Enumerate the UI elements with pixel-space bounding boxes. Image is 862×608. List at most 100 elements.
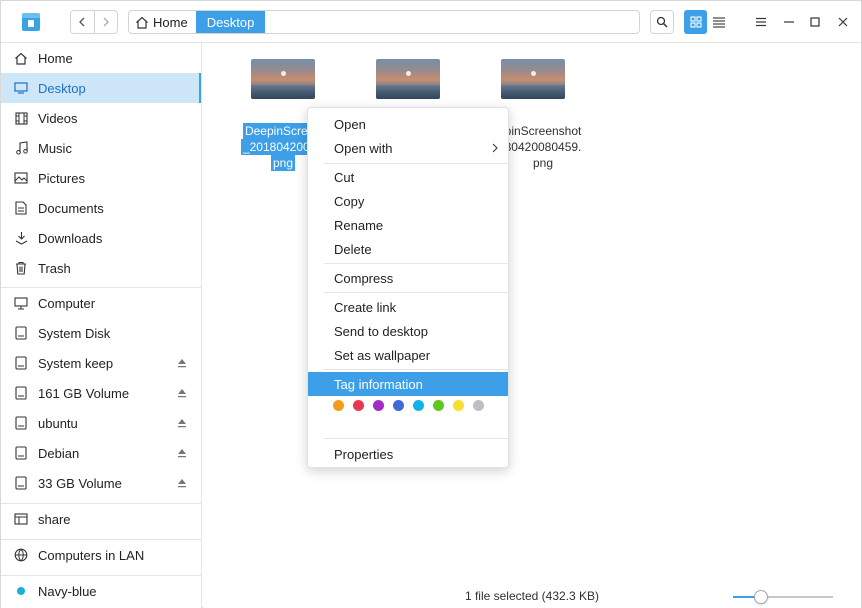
disk-icon	[13, 385, 29, 401]
menu-item-label: Compress	[334, 270, 394, 286]
titlebar: Home Desktop	[1, 1, 861, 43]
sidebar-item-label: Computer	[38, 295, 96, 311]
trash-icon	[13, 260, 29, 276]
sidebar-item-ubuntu[interactable]: ubuntu	[1, 408, 201, 438]
eject-icon[interactable]	[177, 388, 187, 398]
sidebar-item-computers-in-lan[interactable]: Computers in LAN	[1, 540, 201, 570]
sidebar-item-161gb-volume[interactable]: 161 GB Volume	[1, 378, 201, 408]
tag-dot-icon	[13, 583, 29, 599]
tag-color-orange[interactable]	[333, 400, 344, 411]
sidebar-item-documents[interactable]: Documents	[1, 193, 201, 223]
menu-item-create-link[interactable]: Create link	[308, 295, 508, 319]
tag-color-azure[interactable]	[413, 400, 424, 411]
menu-item-open-with[interactable]: Open with	[308, 136, 508, 160]
maximize-button[interactable]	[806, 13, 824, 31]
sidebar-item-pictures[interactable]: Pictures	[1, 163, 201, 193]
sidebar-item-navy-blue-tag[interactable]: Navy-blue	[1, 576, 201, 606]
menu-item-send-to-desktop[interactable]: Send to desktop	[308, 319, 508, 343]
home-icon	[13, 50, 29, 66]
sidebar-item-label: ubuntu	[38, 415, 78, 431]
app-logo-icon	[19, 10, 43, 34]
menu-item-label: Send to desktop	[334, 323, 428, 339]
menu-item-set-as-wallpaper[interactable]: Set as wallpaper	[308, 343, 508, 367]
minimize-button[interactable]	[780, 13, 798, 31]
menu-item-label: Open with	[334, 140, 393, 156]
breadcrumb[interactable]: Home Desktop	[128, 10, 640, 34]
network-icon	[13, 547, 29, 563]
icon-view-button[interactable]	[684, 10, 707, 34]
computer-icon	[13, 295, 29, 311]
sidebar-item-label: Home	[38, 50, 73, 66]
music-icon	[13, 140, 29, 156]
chevron-left-icon	[79, 17, 85, 27]
list-view-button[interactable]	[707, 10, 730, 34]
menu-separator	[324, 438, 508, 439]
sidebar-item-label: Debian	[38, 445, 80, 461]
sidebar-item-33gb-volume[interactable]: 33 GB Volume	[1, 468, 201, 498]
menu-item-label: Tag information	[334, 376, 423, 392]
breadcrumb-desktop[interactable]: Desktop	[195, 11, 266, 33]
back-button[interactable]	[71, 11, 94, 33]
forward-button[interactable]	[93, 11, 118, 33]
sidebar-item-label: Downloads	[38, 230, 103, 246]
sidebar-item-system-keep[interactable]: System keep	[1, 348, 201, 378]
sidebar-item-trash[interactable]: Trash	[1, 253, 201, 283]
menu-item-label: Create link	[334, 299, 397, 315]
menu-item-label: Delete	[334, 241, 372, 257]
menu-button[interactable]	[752, 13, 770, 31]
eject-icon[interactable]	[177, 358, 187, 368]
menu-item-cut[interactable]: Cut	[308, 165, 508, 189]
file-thumbnail[interactable]	[376, 59, 440, 99]
sidebar-item-label: share	[38, 511, 71, 527]
menu-item-rename[interactable]: Rename	[308, 213, 508, 237]
zoom-slider-handle[interactable]	[754, 590, 768, 604]
menu-item-compress[interactable]: Compress	[308, 266, 508, 290]
file-thumbnail[interactable]	[501, 59, 565, 99]
sidebar-item-music[interactable]: Music	[1, 133, 201, 163]
menu-separator	[324, 163, 508, 164]
tag-color-purple[interactable]	[373, 400, 384, 411]
hamburger-icon	[756, 17, 766, 27]
menu-item-properties[interactable]: Properties	[308, 442, 508, 466]
file-view[interactable]: DeepinScreen _20180420075 png pinScreens…	[203, 43, 861, 608]
close-icon	[838, 17, 848, 27]
menu-item-copy[interactable]: Copy	[308, 189, 508, 213]
sidebar-item-home[interactable]: Home	[1, 43, 201, 73]
search-button[interactable]	[650, 10, 674, 34]
file-manager-window: Home Desktop Home Desktop Videos Music P…	[0, 0, 862, 608]
close-button[interactable]	[834, 13, 852, 31]
videos-icon	[13, 110, 29, 126]
tag-color-red[interactable]	[353, 400, 364, 411]
tag-color-yellow[interactable]	[453, 400, 464, 411]
sidebar-item-debian[interactable]: Debian	[1, 438, 201, 468]
zoom-slider[interactable]	[733, 590, 833, 604]
context-menu: Open Open with Cut Copy Rename Delete Co…	[307, 107, 509, 468]
menu-item-label: Open	[334, 116, 366, 132]
eject-icon[interactable]	[177, 448, 187, 458]
menu-separator	[324, 369, 508, 370]
nav-buttons	[70, 10, 118, 34]
menu-item-delete[interactable]: Delete	[308, 237, 508, 261]
tag-color-picker	[333, 400, 484, 411]
menu-item-open[interactable]: Open	[308, 112, 508, 136]
menu-item-tag-information[interactable]: Tag information	[308, 372, 508, 396]
menu-item-label: Rename	[334, 217, 384, 233]
eject-icon[interactable]	[177, 478, 187, 488]
sidebar-item-videos[interactable]: Videos	[1, 103, 201, 133]
breadcrumb-home[interactable]: Home	[129, 11, 196, 33]
sidebar-item-system-disk[interactable]: System Disk	[1, 318, 201, 348]
maximize-icon	[810, 17, 820, 27]
sidebar-item-downloads[interactable]: Downloads	[1, 223, 201, 253]
sidebar-item-label: Documents	[38, 200, 104, 216]
sidebar-item-computer[interactable]: Computer	[1, 288, 201, 318]
menu-item-label: Properties	[334, 446, 394, 462]
tag-color-gray[interactable]	[473, 400, 484, 411]
sidebar-item-desktop[interactable]: Desktop	[1, 73, 201, 103]
tag-color-navy-blue[interactable]	[393, 400, 404, 411]
sidebar-item-label: 33 GB Volume	[38, 475, 122, 491]
sidebar-item-share[interactable]: share	[1, 504, 201, 534]
sidebar-item-label: 161 GB Volume	[38, 385, 130, 401]
tag-color-green[interactable]	[433, 400, 444, 411]
file-thumbnail[interactable]	[251, 59, 315, 99]
eject-icon[interactable]	[177, 418, 187, 428]
